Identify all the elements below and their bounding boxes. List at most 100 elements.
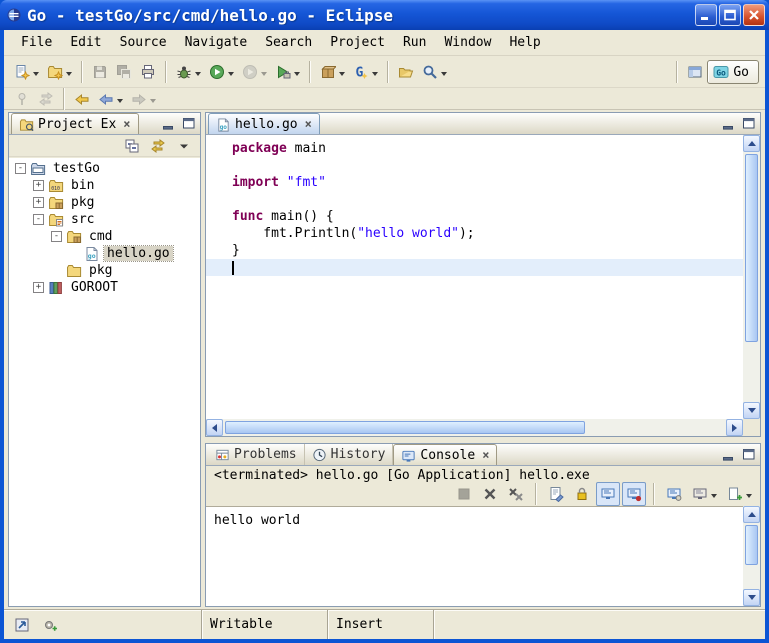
toolbar-separator (63, 88, 65, 110)
debug-button[interactable] (172, 60, 205, 84)
code-line (232, 191, 743, 208)
menu-window[interactable]: Window (435, 33, 500, 52)
tab-label: hello.go (235, 117, 298, 132)
open-resource-button[interactable] (394, 60, 418, 84)
new-go-element-button[interactable] (43, 60, 76, 84)
text-cursor (232, 261, 234, 275)
tree-item-pkg[interactable]: pkg (9, 262, 200, 279)
menu-project[interactable]: Project (321, 33, 394, 52)
clear-console-button[interactable] (544, 482, 568, 506)
menu-run[interactable]: Run (394, 33, 435, 52)
scroll-right-button[interactable] (726, 419, 743, 436)
console-output[interactable]: hello world (206, 506, 743, 606)
menu-help[interactable]: Help (500, 33, 549, 52)
scroll-lock-button[interactable] (570, 482, 594, 506)
search-button[interactable] (418, 60, 451, 84)
tree-item-label: pkg (86, 263, 115, 278)
remove-launch-button[interactable] (478, 482, 502, 506)
console-vscrollbar[interactable] (743, 506, 760, 606)
editor-hscrollbar[interactable] (206, 419, 743, 436)
minimize-view-button[interactable] (720, 447, 737, 463)
tab-project-ex[interactable]: Project Ex × (11, 113, 139, 134)
search-icon (422, 64, 438, 80)
tree-expander-icon[interactable]: + (33, 180, 44, 191)
tab-problems[interactable]: Problems (208, 444, 305, 465)
scroll-left-button[interactable] (206, 419, 223, 436)
open-console-button[interactable] (723, 482, 756, 506)
tab-console[interactable]: Console × (393, 444, 497, 465)
scroll-up-button[interactable] (743, 135, 760, 152)
close-window-button[interactable] (743, 4, 765, 26)
tree-expander-icon[interactable]: + (33, 197, 44, 208)
new-wizard-button[interactable] (10, 60, 43, 84)
tree-item-bin[interactable]: +010bin (9, 177, 200, 194)
tab-hello-go[interactable]: gohello.go× (208, 113, 320, 134)
maximize-view-button[interactable] (740, 116, 757, 132)
close-tab-icon[interactable]: × (482, 448, 489, 462)
minimize-view-button[interactable] (160, 116, 177, 132)
go-perspective-button[interactable]: Go Go (707, 60, 759, 84)
back-button[interactable] (94, 87, 127, 111)
tree-item-goroot[interactable]: +GOROOT (9, 279, 200, 296)
maximize-view-button[interactable] (180, 116, 197, 132)
print-button[interactable] (136, 60, 160, 84)
fast-view-button[interactable] (10, 613, 34, 637)
new-go-package-button[interactable] (316, 60, 349, 84)
code-area[interactable]: package mainimport "fmt"func main() { fm… (206, 135, 743, 419)
menu-source[interactable]: Source (111, 33, 176, 52)
tree-expander-icon[interactable]: - (15, 163, 26, 174)
tree-item-label: testGo (50, 161, 103, 176)
maximize-view-button[interactable] (740, 447, 757, 463)
collapse-all-button[interactable] (120, 136, 144, 156)
scrollbar-thumb[interactable] (745, 525, 758, 565)
link-with-editor-button[interactable] (146, 136, 170, 156)
tree-item-src[interactable]: - src (9, 211, 200, 228)
scrollbar-thumb[interactable] (225, 421, 585, 434)
tree-item-cmd[interactable]: -cmd (9, 228, 200, 245)
tree-expander-icon[interactable]: + (33, 282, 44, 293)
show-stderr-button[interactable] (622, 482, 646, 506)
remove-all-launches-button[interactable] (504, 482, 528, 506)
tree-item-testgo[interactable]: - testGo (9, 160, 200, 177)
pin-editor-button (10, 87, 34, 111)
close-tab-icon[interactable]: × (305, 117, 312, 131)
tab-label: Project Ex (38, 117, 116, 132)
open-perspective-button[interactable] (683, 60, 707, 84)
close-tab-icon[interactable]: × (123, 117, 130, 131)
go-wizard-button[interactable]: G (349, 60, 382, 84)
tree-item-hello-go[interactable]: gohello.go (9, 245, 200, 262)
menu-navigate[interactable]: Navigate (176, 33, 257, 52)
scrollbar-thumb[interactable] (745, 154, 758, 342)
view-menu-button[interactable] (172, 136, 196, 156)
tree-item-label: src (68, 212, 97, 227)
title-bar[interactable]: Go - testGo/src/cmd/hello.go - Eclipse (0, 0, 769, 30)
show-stdout-button[interactable] (596, 482, 620, 506)
minimize-view-button[interactable] (720, 116, 737, 132)
scroll-up-button[interactable] (743, 506, 760, 523)
run-button[interactable] (205, 60, 238, 84)
last-edit-location-button[interactable] (70, 87, 94, 111)
nav-toolbar (4, 88, 765, 110)
tab-history[interactable]: History (305, 444, 394, 465)
gear-plus-button[interactable] (38, 613, 62, 637)
dropdown-arrow-icon (261, 72, 267, 79)
menu-file[interactable]: File (12, 33, 61, 52)
external-tools-button[interactable] (271, 60, 304, 84)
maximize-window-button[interactable] (719, 4, 741, 26)
project-tree[interactable]: -testGo+010bin+pkg-src-cmdgohello.gopkg+… (9, 158, 200, 606)
tree-expander-icon[interactable]: - (33, 214, 44, 225)
new-go-element-icon (47, 64, 63, 80)
code-line: fmt.Println("hello world"); (232, 225, 743, 242)
minimize-window-button[interactable] (695, 4, 717, 26)
menu-edit[interactable]: Edit (61, 33, 110, 52)
tab-label: Console (420, 448, 475, 463)
editor-header: gohello.go× (206, 113, 760, 135)
editor-vscrollbar[interactable] (743, 135, 760, 419)
scroll-down-button[interactable] (743, 402, 760, 419)
pin-console-button[interactable] (662, 482, 686, 506)
display-console-button[interactable] (688, 482, 721, 506)
menu-search[interactable]: Search (256, 33, 321, 52)
tree-expander-icon[interactable]: - (51, 231, 62, 242)
scroll-down-button[interactable] (743, 589, 760, 606)
tree-item-pkg[interactable]: +pkg (9, 194, 200, 211)
